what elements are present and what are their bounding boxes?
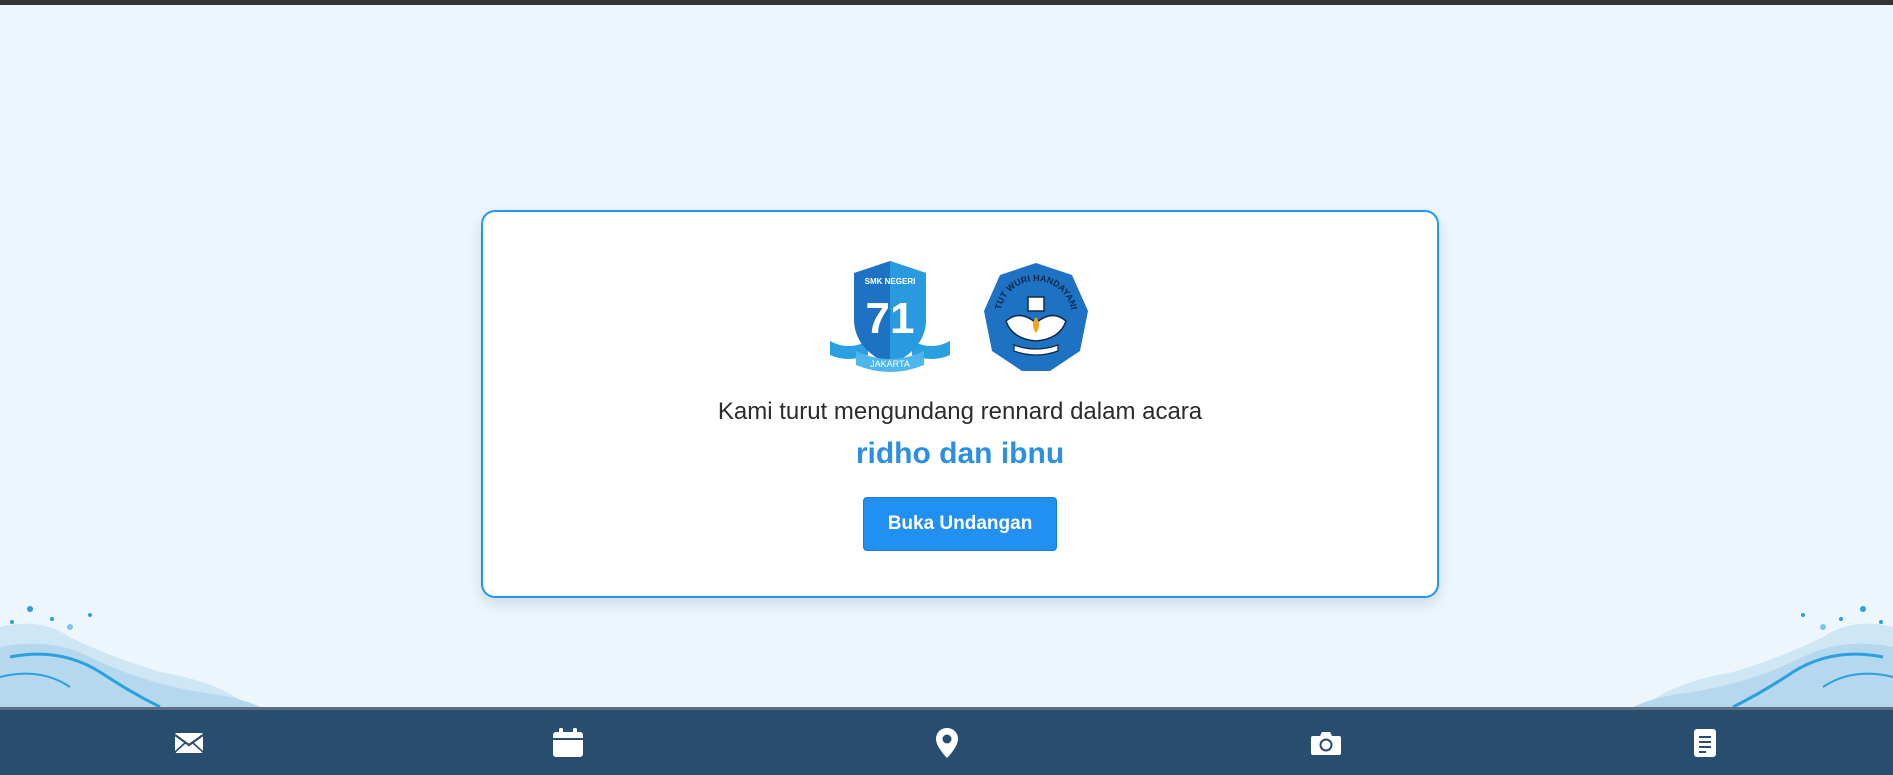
event-name: ridho dan ibnu bbox=[855, 437, 1065, 470]
logo-text-smk-negeri: SMK NEGERI bbox=[865, 277, 916, 286]
nav-item-document[interactable] bbox=[1670, 710, 1740, 775]
bottom-nav bbox=[0, 707, 1893, 775]
top-bar bbox=[0, 0, 1893, 5]
envelope-icon bbox=[174, 732, 204, 753]
logo-text-jakarta: JAKARTA bbox=[870, 359, 910, 369]
tut-wuri-handayani-logo-icon: TUT WURI HANDAYANI bbox=[984, 263, 1088, 371]
calendar-icon bbox=[553, 727, 583, 757]
logo-row: SMK NEGERI 71 JAKARTA TUT WURI HANDAYANI bbox=[483, 258, 1437, 376]
nav-item-calendar[interactable] bbox=[533, 710, 603, 775]
water-splash-left-decoration bbox=[0, 606, 260, 707]
water-splash-right-decoration bbox=[1633, 606, 1893, 707]
location-pin-icon bbox=[936, 727, 958, 758]
nav-item-camera[interactable] bbox=[1291, 710, 1361, 775]
camera-icon bbox=[1311, 731, 1341, 755]
smk-negeri-71-jakarta-logo-icon: SMK NEGERI 71 JAKARTA bbox=[830, 261, 950, 372]
invite-text: Kami turut mengundang rennard dalam acar… bbox=[717, 398, 1203, 425]
nav-item-envelope[interactable] bbox=[154, 710, 224, 775]
nav-item-location[interactable] bbox=[912, 710, 982, 775]
invitation-card: SMK NEGERI 71 JAKARTA TUT WURI HANDAYANI… bbox=[481, 210, 1439, 598]
open-invitation-button[interactable]: Buka Undangan bbox=[863, 497, 1057, 551]
document-icon bbox=[1694, 728, 1716, 757]
logo-text-number: 71 bbox=[866, 294, 915, 343]
